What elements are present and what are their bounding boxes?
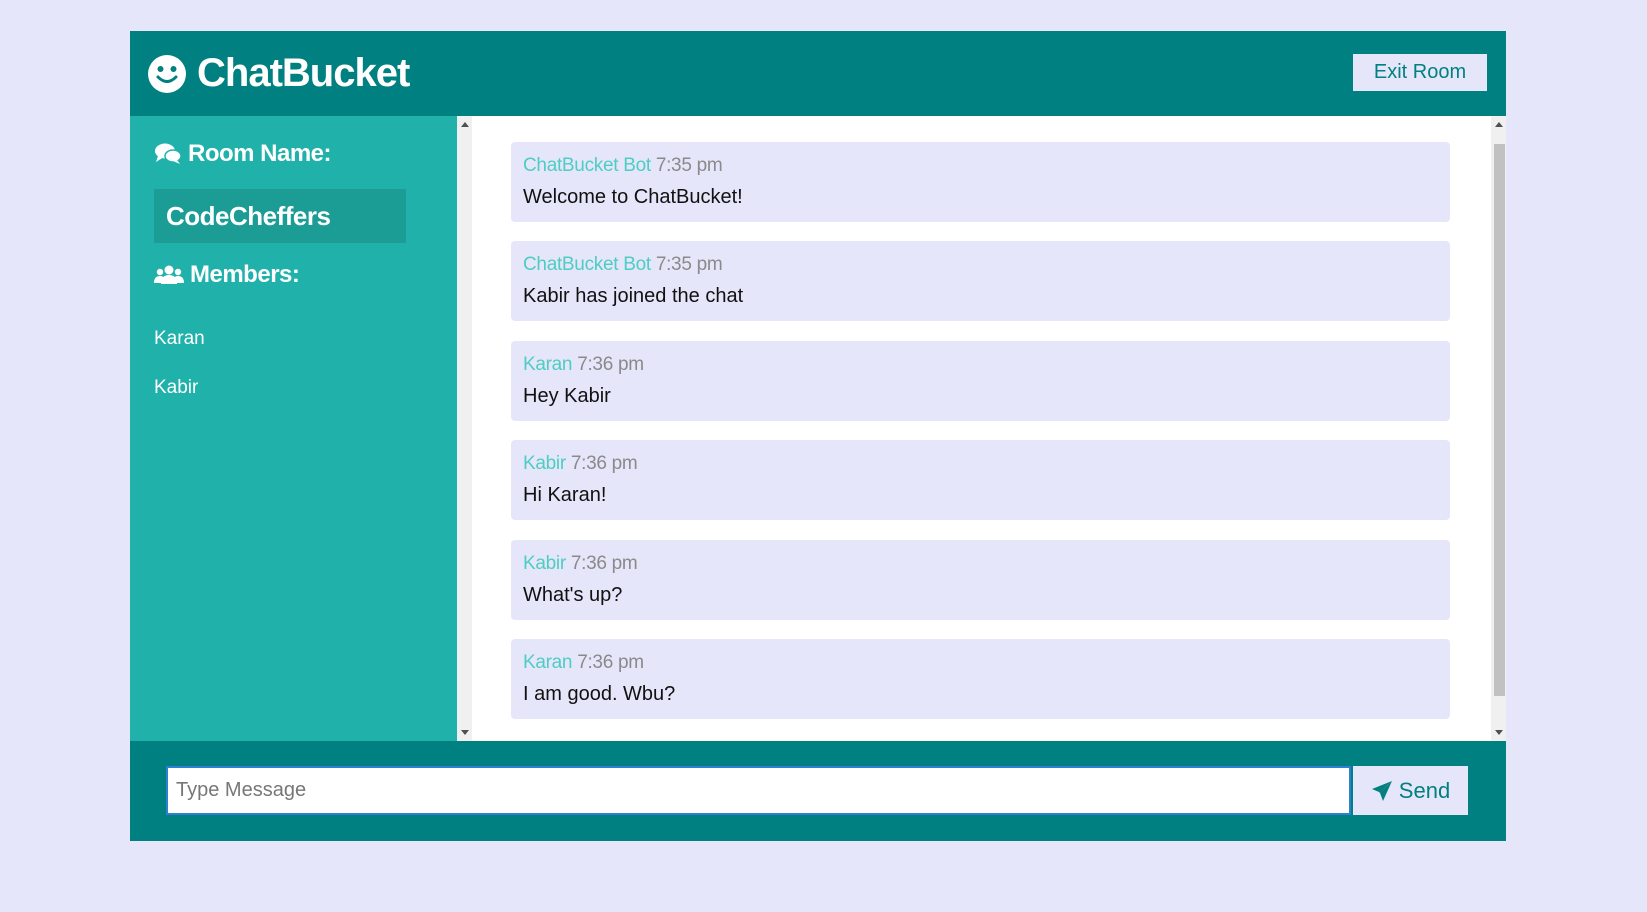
message-meta: ChatBucket Bot 7:35 pm xyxy=(523,155,723,177)
message-author: ChatBucket Bot xyxy=(523,155,651,176)
message-item: ChatBucket Bot 7:35 pm Welcome to ChatBu… xyxy=(511,142,1450,222)
message-item: Kabir 7:36 pm What's up? xyxy=(511,540,1450,620)
send-label: Send xyxy=(1398,777,1451,803)
app-title: ChatBucket xyxy=(197,51,410,95)
message-time: 7:35 pm xyxy=(655,254,723,275)
message-item: Karan 7:36 pm Hey Kabir xyxy=(511,341,1450,421)
message-time: 7:36 pm xyxy=(577,354,644,375)
message-meta: Karan 7:36 pm xyxy=(523,354,644,376)
users-icon xyxy=(154,264,190,286)
message-author: Kabir xyxy=(523,453,566,474)
message-text: I am good. Wbu? xyxy=(523,683,676,705)
room-name-heading: Room Name: xyxy=(154,140,332,168)
message-item: Karan 7:36 pm I am good. Wbu? xyxy=(511,639,1450,719)
app-logo: ChatBucket xyxy=(147,51,410,96)
message-author: Karan xyxy=(523,652,573,673)
room-name-box: CodeCheffers xyxy=(154,189,406,243)
chat-panel: ChatBucket Bot 7:35 pm Welcome to ChatBu… xyxy=(457,116,1506,741)
chat-app: ChatBucket Exit Room Room Name: CodeChef… xyxy=(130,31,1506,841)
message-input[interactable] xyxy=(166,766,1351,815)
message-text: What's up? xyxy=(523,584,623,606)
send-button[interactable]: Send xyxy=(1353,766,1468,815)
message-list: ChatBucket Bot 7:35 pm Welcome to ChatBu… xyxy=(457,116,1506,741)
member-item: Karan xyxy=(154,328,205,349)
message-time: 7:36 pm xyxy=(570,553,638,574)
room-name-label: Room Name: xyxy=(188,140,332,167)
message-time: 7:36 pm xyxy=(577,652,644,673)
exit-room-button[interactable]: Exit Room xyxy=(1353,54,1487,91)
members-label: Members: xyxy=(190,261,300,288)
message-item: ChatBucket Bot 7:35 pm Kabir has joined … xyxy=(511,241,1450,321)
sidebar: Room Name: CodeCheffers Members: Karan K… xyxy=(130,116,457,741)
message-text: Kabir has joined the chat xyxy=(523,285,744,307)
chat-scrollbar[interactable] xyxy=(1491,116,1506,741)
composer-bar: Send xyxy=(130,741,1506,841)
message-meta: Karan 7:36 pm xyxy=(523,652,644,674)
member-item: Kabir xyxy=(154,377,199,398)
message-text: Welcome to ChatBucket! xyxy=(523,186,743,208)
scroll-down-arrow[interactable] xyxy=(1495,730,1503,735)
message-meta: ChatBucket Bot 7:35 pm xyxy=(523,254,723,276)
paper-plane-icon xyxy=(1371,780,1399,802)
message-item: Kabir 7:36 pm Hi Karan! xyxy=(511,440,1450,520)
message-time: 7:35 pm xyxy=(655,155,723,176)
message-author: ChatBucket Bot xyxy=(523,254,651,275)
message-text: Hey Kabir xyxy=(523,385,611,407)
smile-icon xyxy=(147,54,187,94)
comments-icon xyxy=(154,142,188,166)
scrollbar-thumb[interactable] xyxy=(1494,144,1505,696)
message-meta: Kabir 7:36 pm xyxy=(523,553,638,575)
message-time: 7:36 pm xyxy=(570,453,638,474)
members-heading: Members: xyxy=(154,261,300,289)
scroll-up-arrow[interactable] xyxy=(1495,122,1503,127)
header-bar: ChatBucket Exit Room xyxy=(130,31,1506,116)
message-author: Karan xyxy=(523,354,573,375)
room-name-value: CodeCheffers xyxy=(166,201,331,231)
message-text: Hi Karan! xyxy=(523,484,607,506)
message-meta: Kabir 7:36 pm xyxy=(523,453,638,475)
message-author: Kabir xyxy=(523,553,566,574)
